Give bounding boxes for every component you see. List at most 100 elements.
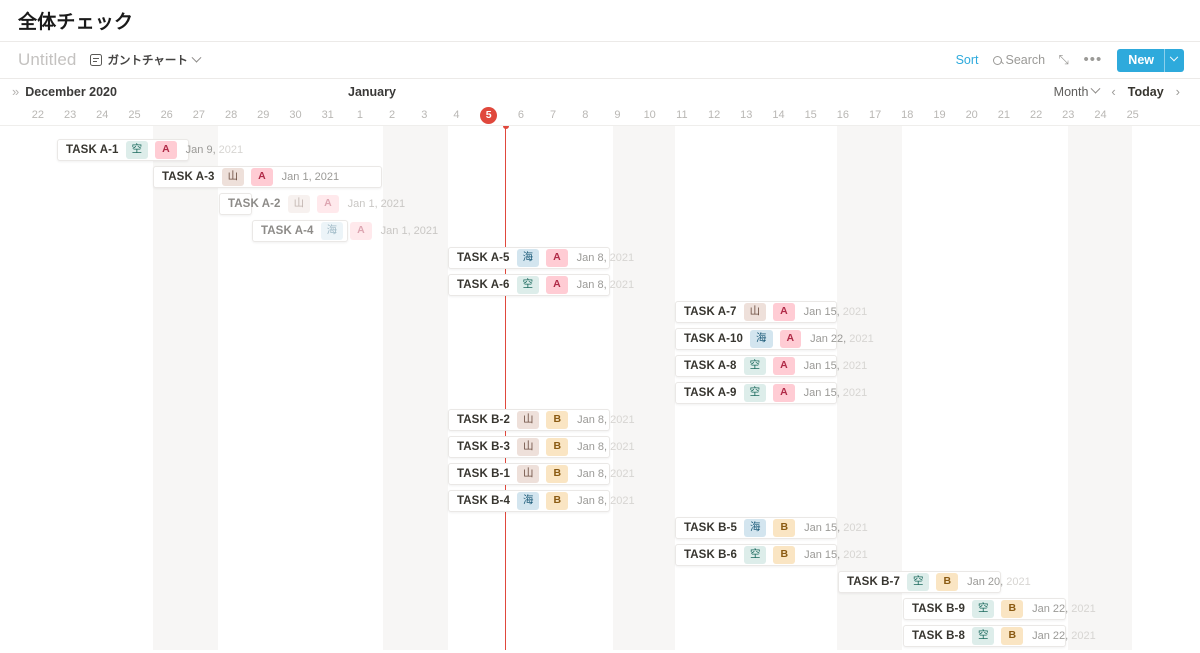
task-tag-badge: 空 — [125, 141, 149, 159]
task-assignee-badge: B — [773, 519, 796, 537]
day-cell: 25 — [128, 109, 141, 121]
gantt-task-bar[interactable]: TASK A-9 空 A Jan 15, 2021 — [675, 382, 867, 404]
task-assignee-badge: B — [546, 492, 569, 510]
task-date-year: 2021 — [846, 333, 874, 345]
task-assignee-badge: A — [546, 276, 568, 294]
gantt-task-bar[interactable]: TASK A-2 山 A Jan 1, 2021 — [219, 193, 405, 215]
day-cell: 24 — [96, 109, 109, 121]
new-button[interactable]: New — [1117, 48, 1184, 72]
sort-button[interactable]: Sort — [949, 49, 986, 71]
day-cell: 22 — [31, 109, 45, 121]
task-date-main: Jan 15, — [804, 522, 841, 534]
gantt-task-bar[interactable]: TASK A-5 海 A Jan 8, 2021 — [448, 247, 634, 269]
task-name: TASK A-5 — [457, 252, 510, 264]
task-bar-content: TASK A-5 海 A Jan 8, 2021 — [448, 249, 634, 267]
task-assignee-badge: B — [1001, 627, 1024, 645]
task-bar-content: TASK B-3 山 B Jan 8, 2021 — [448, 438, 635, 456]
task-name: TASK B-1 — [457, 468, 510, 480]
task-assignee-badge: A — [773, 357, 795, 375]
task-date-main: Jan 1, 2021 — [281, 171, 340, 183]
task-date: Jan 1, 2021 — [381, 225, 439, 237]
database-title[interactable]: Untitled — [18, 50, 76, 70]
task-name: TASK B-2 — [457, 414, 510, 426]
task-date-main: Jan 8, — [577, 414, 608, 426]
zoom-level-selector[interactable]: Month — [1049, 83, 1105, 101]
gantt-task-bar[interactable]: TASK A-4 海 A Jan 1, 2021 — [252, 220, 438, 242]
task-date-main: Jan 15, — [803, 360, 840, 372]
task-date-year: 2021 — [607, 468, 635, 480]
view-tab-gantt[interactable]: ガントチャート — [87, 50, 202, 70]
prev-period-button[interactable]: ‹ — [1107, 84, 1119, 99]
gantt-task-bar[interactable]: TASK B-1 山 B Jan 8, 2021 — [448, 463, 635, 485]
day-cell: 1 — [356, 109, 363, 121]
gantt-task-bar[interactable]: TASK A-3 山 A Jan 1, 2021 — [153, 166, 382, 188]
gantt-task-bar[interactable]: TASK B-9 空 B Jan 22, 2021 — [903, 598, 1096, 620]
task-date-year: 2021 — [839, 360, 868, 372]
task-name: TASK B-4 — [457, 495, 510, 507]
task-assignee-badge: A — [773, 303, 795, 321]
expand-button[interactable]: ⤢ — [1052, 48, 1076, 72]
gantt-task-bar[interactable]: TASK A-7 山 A Jan 15, 2021 — [675, 301, 867, 323]
task-date-year: 2021 — [840, 522, 868, 534]
chevron-down-icon — [191, 52, 202, 63]
task-date-main: Jan 15, — [804, 549, 841, 561]
task-assignee-badge: A — [317, 195, 339, 213]
task-date: Jan 15, 2021 — [804, 387, 868, 399]
task-name: TASK A-7 — [684, 306, 737, 318]
task-bar-content: TASK A-1 空 A Jan 9, 2021 — [57, 141, 243, 159]
gantt-chart-canvas[interactable]: TASK A-1 空 A Jan 9, 2021 TASK A-3 山 A Jan 1, 20… — [0, 126, 1200, 650]
day-cell: 9 — [614, 109, 621, 121]
task-name: TASK B-7 — [847, 576, 900, 588]
task-date-year: 2021 — [840, 549, 868, 561]
database-header: Untitled ガントチャート Sort Search ⤢ ••• New — [0, 41, 1200, 79]
task-bar-content: TASK B-1 山 B Jan 8, 2021 — [448, 465, 635, 483]
task-name: TASK A-4 — [261, 225, 314, 237]
gantt-chart-icon — [90, 54, 103, 66]
gantt-task-bar[interactable]: TASK B-4 海 B Jan 8, 2021 — [448, 490, 635, 512]
gantt-task-bar[interactable]: TASK A-10 海 A Jan 22, 2021 — [675, 328, 874, 350]
gantt-task-bar[interactable]: TASK A-1 空 A Jan 9, 2021 — [57, 139, 243, 161]
day-cell: 22 — [1029, 109, 1043, 121]
gantt-task-bar[interactable]: TASK B-6 空 B Jan 15, 2021 — [675, 544, 868, 566]
task-date-main: Jan 22, — [1032, 630, 1069, 642]
task-date-main: Jan 22, — [1032, 603, 1069, 615]
task-name: TASK A-3 — [162, 171, 215, 183]
task-date: Jan 15, 2021 — [804, 522, 868, 534]
more-options-button[interactable]: ••• — [1077, 52, 1110, 68]
task-date-main: Jan 8, — [576, 252, 607, 264]
task-tag-badge: 山 — [516, 438, 540, 456]
task-tag-badge: 空 — [743, 546, 767, 564]
task-date: Jan 8, 2021 — [577, 414, 635, 426]
search-icon — [992, 55, 1002, 65]
today-button[interactable]: Today — [1123, 83, 1169, 101]
task-date: Jan 15, 2021 — [804, 549, 868, 561]
gantt-task-bar[interactable]: TASK B-5 海 B Jan 15, 2021 — [675, 517, 868, 539]
task-bar-content: TASK B-4 海 B Jan 8, 2021 — [448, 492, 635, 510]
task-date-main: Jan 1, 2021 — [347, 198, 406, 210]
gantt-task-bar[interactable]: TASK B-8 空 B Jan 22, 2021 — [903, 625, 1096, 647]
next-period-button[interactable]: › — [1172, 84, 1184, 99]
double-chevron-right-icon[interactable]: » — [12, 84, 19, 99]
task-date-year: 2021 — [1068, 603, 1096, 615]
day-cell-today[interactable]: 5 — [473, 104, 505, 126]
gantt-task-bar[interactable]: TASK A-6 空 A Jan 8, 2021 — [448, 274, 634, 296]
task-tag-badge: 海 — [516, 492, 540, 510]
gantt-task-bar[interactable]: TASK B-3 山 B Jan 8, 2021 — [448, 436, 635, 458]
today-date-pill: 5 — [480, 106, 498, 124]
task-name: TASK B-3 — [457, 441, 510, 453]
task-name: TASK A-1 — [66, 144, 119, 156]
task-bar-content: TASK B-8 空 B Jan 22, 2021 — [903, 627, 1096, 645]
day-cell: 18 — [901, 109, 914, 121]
task-date-year: 2021 — [215, 144, 244, 156]
task-tag-badge: 空 — [743, 357, 767, 375]
gantt-task-bar[interactable]: TASK B-7 空 B Jan 20, 2021 — [838, 571, 1031, 593]
search-button[interactable]: Search — [986, 49, 1053, 71]
weekend-column-band — [1068, 126, 1132, 650]
gantt-task-bar[interactable]: TASK B-2 山 B Jan 8, 2021 — [448, 409, 635, 431]
task-assignee-badge: A — [251, 168, 273, 186]
gantt-task-bar[interactable]: TASK A-8 空 A Jan 15, 2021 — [675, 355, 867, 377]
day-cell: 29 — [257, 109, 270, 121]
new-button-dropdown[interactable] — [1164, 48, 1184, 72]
task-bar-content: TASK A-4 海 A Jan 1, 2021 — [252, 222, 438, 240]
task-name: TASK A-2 — [228, 198, 281, 210]
